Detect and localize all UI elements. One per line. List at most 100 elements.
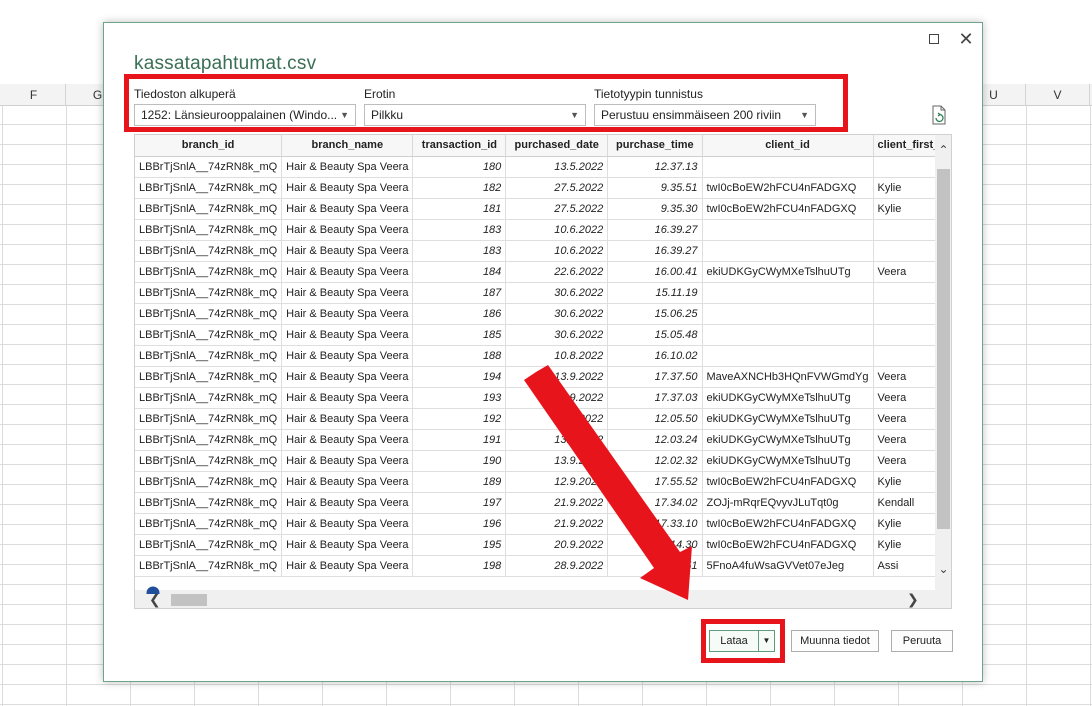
table-cell: 196 bbox=[412, 513, 507, 535]
data-preview[interactable]: branch_id branch_name transaction_id purcha… bbox=[134, 134, 952, 609]
table-cell: LBBrTjSnlA__74zRN8k_mQ bbox=[135, 408, 283, 430]
table-row: LBBrTjSnlA__74zRN8k_mQ Hair & Beauty Spa … bbox=[135, 240, 951, 262]
table-cell: 5FnoA4fuWsaGVVet07eJeg bbox=[702, 555, 874, 577]
close-icon[interactable]: ✕ bbox=[954, 27, 978, 51]
table-row: LBBrTjSnlA__74zRN8k_mQ Hair & Beauty Spa … bbox=[135, 492, 951, 514]
table-cell: ekiUDKGyCWyMXeTslhuUTg bbox=[702, 408, 874, 430]
cancel-button[interactable]: Peruuta bbox=[891, 630, 953, 652]
table-cell: twI0cBoEW2hFCU4nFADGXQ bbox=[702, 471, 874, 493]
scroll-up-icon[interactable]: ⌃ bbox=[935, 141, 951, 159]
table-cell: ekiUDKGyCWyMXeTslhuUTg bbox=[702, 429, 874, 451]
column-header[interactable]: transaction_id bbox=[412, 135, 507, 157]
file-origin-select[interactable]: 1252: Länsieurooppalainen (Windo... ▼ bbox=[134, 104, 356, 126]
type-detection-label: Tietotyypin tunnistus bbox=[594, 87, 703, 101]
table-cell bbox=[702, 156, 874, 178]
table-cell bbox=[702, 219, 874, 241]
table-row: LBBrTjSnlA__74zRN8k_mQ Hair & Beauty Spa … bbox=[135, 177, 951, 199]
table-cell: Hair & Beauty Spa Veera bbox=[281, 450, 414, 472]
delimiter-select[interactable]: Pilkku ▼ bbox=[364, 104, 586, 126]
table-row: LBBrTjSnlA__74zRN8k_mQ Hair & Beauty Spa … bbox=[135, 450, 951, 472]
type-detection-group: Tietotyypin tunnistus Perustuu ensimmäis… bbox=[594, 87, 816, 126]
table-cell: Hair & Beauty Spa Veera bbox=[281, 513, 414, 535]
column-header-f[interactable]: F bbox=[2, 84, 66, 106]
table-cell: 30.6.2022 bbox=[505, 303, 609, 325]
column-header[interactable]: purchase_time bbox=[607, 135, 703, 157]
type-detection-value: Perustuu ensimmäiseen 200 riviin bbox=[601, 108, 782, 122]
table-cell: Hair & Beauty Spa Veera bbox=[281, 366, 414, 388]
table-cell: 20.9.2022 bbox=[505, 534, 609, 556]
table-cell: 13.9.2022 bbox=[505, 429, 609, 451]
table-cell: 9.35.30 bbox=[607, 198, 703, 220]
maximize-icon[interactable] bbox=[922, 27, 946, 51]
table-cell: Hair & Beauty Spa Veera bbox=[281, 156, 414, 178]
table-cell: 187 bbox=[412, 282, 507, 304]
table-cell: Hair & Beauty Spa Veera bbox=[281, 219, 414, 241]
horizontal-scrollbar[interactable]: ❮ ❯ bbox=[135, 590, 951, 608]
table-cell: Hair & Beauty Spa Veera bbox=[281, 492, 414, 514]
table-cell: 181 bbox=[412, 198, 507, 220]
horizontal-scroll-thumb[interactable] bbox=[171, 594, 207, 606]
chevron-down-icon: ▼ bbox=[762, 636, 771, 645]
transform-data-button[interactable]: Muunna tiedot bbox=[791, 630, 879, 652]
table-cell: 17.33.10 bbox=[607, 513, 703, 535]
table-cell: 30.6.2022 bbox=[505, 324, 609, 346]
table-cell: 16.39.27 bbox=[607, 240, 703, 262]
column-header[interactable]: purchased_date bbox=[505, 135, 609, 157]
table-cell: LBBrTjSnlA__74zRN8k_mQ bbox=[135, 156, 283, 178]
column-header[interactable]: branch_name bbox=[281, 135, 414, 157]
load-options-dropdown[interactable]: ▼ bbox=[758, 630, 775, 652]
vertical-scrollbar[interactable]: ⌃ ⌄ bbox=[935, 135, 951, 590]
table-cell: ekiUDKGyCWyMXeTslhuUTg bbox=[702, 387, 874, 409]
table-cell: 190 bbox=[412, 450, 507, 472]
file-origin-value: 1252: Länsieurooppalainen (Windo... bbox=[141, 108, 338, 122]
table-row: LBBrTjSnlA__74zRN8k_mQ Hair & Beauty Spa … bbox=[135, 387, 951, 409]
table-cell: 16.10.02 bbox=[607, 345, 703, 367]
table-cell: 192 bbox=[412, 408, 507, 430]
scroll-right-icon[interactable]: ❯ bbox=[907, 590, 919, 608]
delimiter-group: Erotin Pilkku ▼ bbox=[364, 87, 586, 126]
table-cell: 12.37.13 bbox=[607, 156, 703, 178]
column-header[interactable]: client_id bbox=[702, 135, 874, 157]
table-row: LBBrTjSnlA__74zRN8k_mQ Hair & Beauty Spa … bbox=[135, 261, 951, 283]
load-button[interactable]: Lataa bbox=[709, 630, 759, 652]
vertical-scroll-thumb[interactable] bbox=[937, 169, 950, 529]
table-cell: 188 bbox=[412, 345, 507, 367]
table-cell: 183 bbox=[412, 240, 507, 262]
table-cell: 185 bbox=[412, 324, 507, 346]
table-cell: 12.05.50 bbox=[607, 408, 703, 430]
scroll-down-icon[interactable]: ⌄ bbox=[935, 560, 951, 578]
table-cell: LBBrTjSnlA__74zRN8k_mQ bbox=[135, 324, 283, 346]
table-cell: 198 bbox=[412, 555, 507, 577]
table-cell: 10.6.2022 bbox=[505, 240, 609, 262]
table-cell: Hair & Beauty Spa Veera bbox=[281, 555, 414, 577]
table-cell: LBBrTjSnlA__74zRN8k_mQ bbox=[135, 219, 283, 241]
table-cell: 12.9.2022 bbox=[505, 471, 609, 493]
table-cell: 10.6.2022 bbox=[505, 219, 609, 241]
refresh-icon[interactable] bbox=[930, 105, 948, 125]
type-detection-select[interactable]: Perustuu ensimmäiseen 200 riviin ▼ bbox=[594, 104, 816, 126]
table-cell: LBBrTjSnlA__74zRN8k_mQ bbox=[135, 450, 283, 472]
table-cell: Hair & Beauty Spa Veera bbox=[281, 261, 414, 283]
table-cell: LBBrTjSnlA__74zRN8k_mQ bbox=[135, 492, 283, 514]
table-cell: 184 bbox=[412, 261, 507, 283]
csv-import-dialog: ✕ kassatapahtumat.csv Tiedoston alkuperä… bbox=[103, 22, 983, 682]
table-row: LBBrTjSnlA__74zRN8k_mQ Hair & Beauty Spa … bbox=[135, 303, 951, 325]
table-cell: 16.39.27 bbox=[607, 219, 703, 241]
table-cell: twI0cBoEW2hFCU4nFADGXQ bbox=[702, 198, 874, 220]
table-cell: 16.00.41 bbox=[607, 261, 703, 283]
table-cell: Hair & Beauty Spa Veera bbox=[281, 198, 414, 220]
table-row: LBBrTjSnlA__74zRN8k_mQ Hair & Beauty Spa … bbox=[135, 345, 951, 367]
table-cell: 180 bbox=[412, 156, 507, 178]
table-cell: Hair & Beauty Spa Veera bbox=[281, 408, 414, 430]
help-icon[interactable] bbox=[146, 586, 160, 594]
table-row: LBBrTjSnlA__74zRN8k_mQ Hair & Beauty Spa … bbox=[135, 408, 951, 430]
table-cell: 17.55.52 bbox=[607, 471, 703, 493]
table-cell: 13.9.2022 bbox=[505, 450, 609, 472]
chevron-down-icon: ▼ bbox=[570, 110, 579, 120]
column-header[interactable]: branch_id bbox=[135, 135, 283, 157]
table-cell: 27.5.2022 bbox=[505, 177, 609, 199]
file-origin-label: Tiedoston alkuperä bbox=[134, 87, 236, 101]
table-cell: LBBrTjSnlA__74zRN8k_mQ bbox=[135, 387, 283, 409]
column-header-v[interactable]: V bbox=[1026, 84, 1090, 106]
table-cell: Hair & Beauty Spa Veera bbox=[281, 471, 414, 493]
